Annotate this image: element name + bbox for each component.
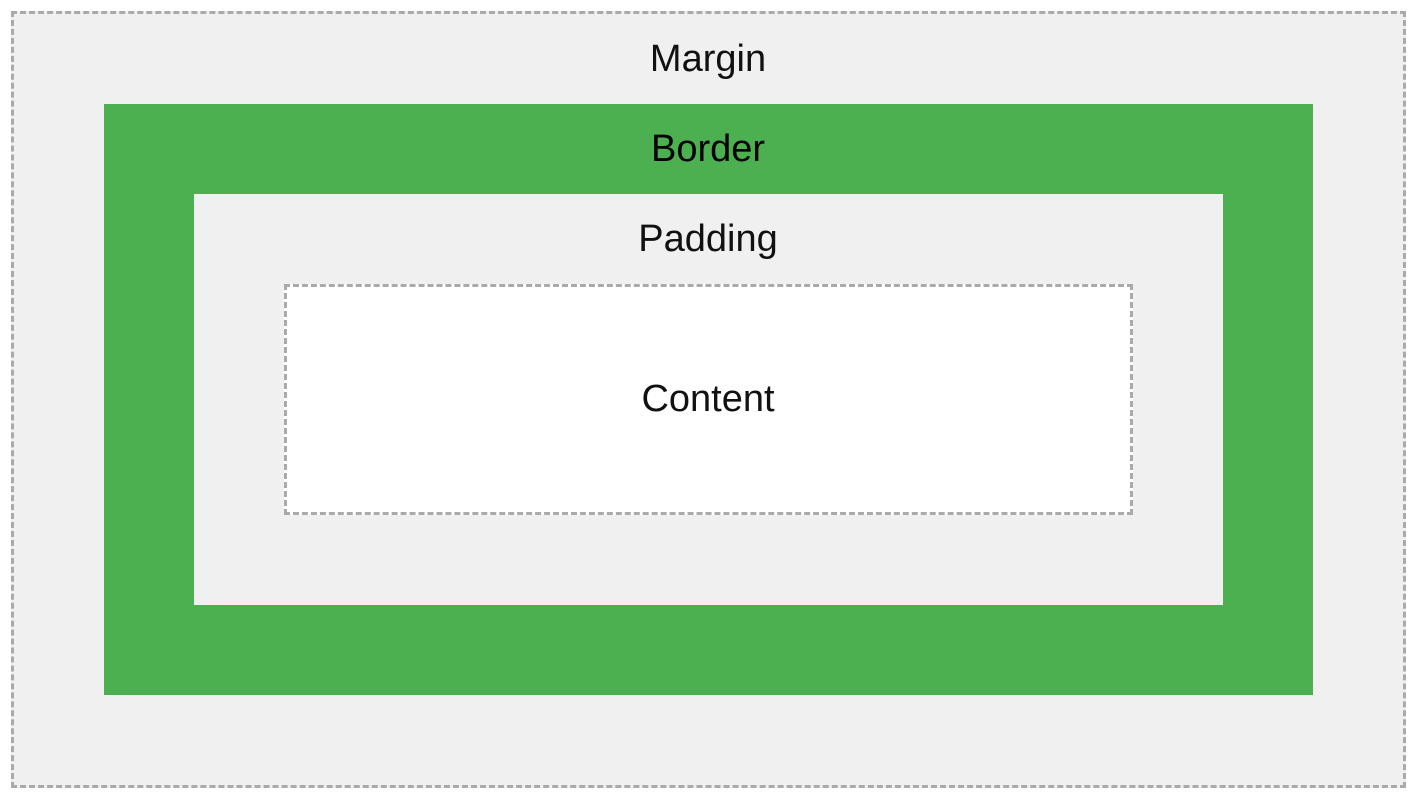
border-layer: Border Padding Content	[104, 104, 1313, 695]
content-label: Content	[641, 378, 774, 421]
padding-layer: Padding Content	[194, 194, 1223, 605]
margin-label: Margin	[104, 14, 1313, 104]
padding-label: Padding	[284, 194, 1133, 284]
content-layer: Content	[284, 284, 1133, 515]
border-label: Border	[194, 104, 1223, 194]
margin-layer: Margin Border Padding Content	[11, 11, 1406, 788]
